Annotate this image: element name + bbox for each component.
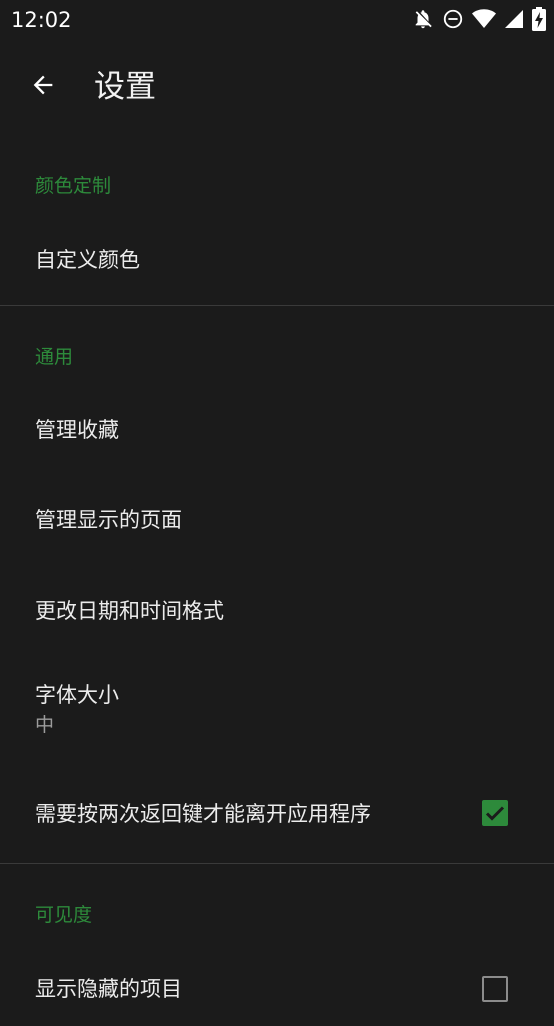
category-header-color: 颜色定制 [35,175,112,197]
pref-title: 管理收藏 [35,418,119,442]
do-not-disturb-icon [442,8,464,30]
pref-font-size[interactable]: 字体大小 中 [0,664,554,754]
pref-manage-favorites[interactable]: 管理收藏 [0,394,554,466]
notifications-off-icon [412,8,434,30]
pref-title: 需要按两次返回键才能离开应用程序 [35,802,371,826]
section-divider [0,305,554,306]
pref-title: 显示隐藏的项目 [35,977,182,1001]
pref-custom-color[interactable]: 自定义颜色 [0,224,554,296]
status-icons [412,7,546,31]
back-button[interactable] [19,63,67,111]
wifi-icon [472,8,496,30]
status-bar: 12:02 [0,0,554,40]
category-header-general: 通用 [35,346,74,368]
pref-manage-pages[interactable]: 管理显示的页面 [0,484,554,556]
pref-title: 自定义颜色 [35,248,140,272]
pref-show-hidden[interactable]: 显示隐藏的项目 [0,954,554,1026]
pref-title: 更改日期和时间格式 [35,599,224,623]
pref-date-time-format[interactable]: 更改日期和时间格式 [0,574,554,646]
pref-title: 字体大小 [35,683,119,707]
status-time: 12:02 [11,8,72,32]
show-hidden-checkbox[interactable] [482,976,508,1002]
section-divider [0,863,554,864]
page-title: 设置 [94,69,156,105]
pref-summary: 中 [35,714,55,736]
arrow-back-icon [29,71,57,103]
category-header-visibility: 可见度 [35,904,93,926]
press-back-twice-checkbox[interactable] [482,800,508,826]
toolbar: 设置 [0,40,554,136]
cellular-signal-icon [504,9,524,29]
checkmark-icon [485,806,505,821]
pref-title: 管理显示的页面 [35,508,182,532]
pref-press-back-twice[interactable]: 需要按两次返回键才能离开应用程序 [0,768,554,858]
battery-charging-icon [532,7,546,31]
